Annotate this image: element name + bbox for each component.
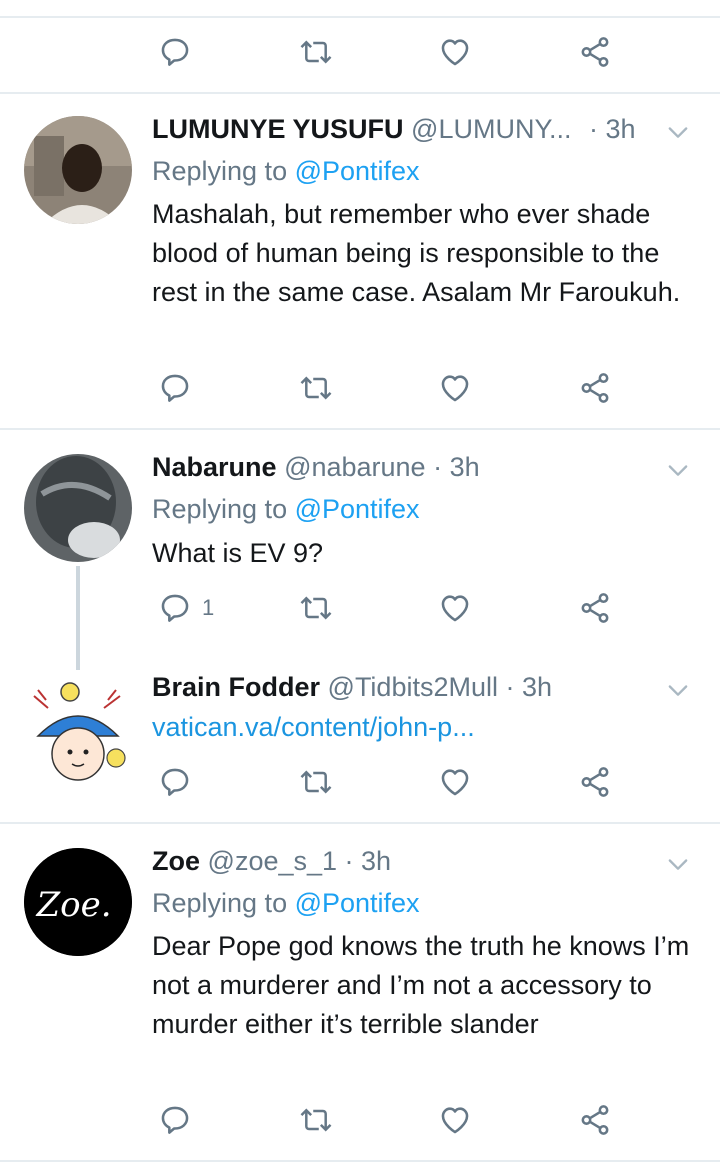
share-button[interactable] [578, 368, 612, 408]
avatar[interactable] [24, 116, 132, 224]
reply-button[interactable] [158, 1100, 192, 1140]
heart-icon [438, 35, 472, 69]
like-button[interactable] [438, 32, 472, 72]
avatar[interactable]: Zoe. [24, 848, 132, 956]
reply-button[interactable]: 1 [158, 588, 214, 628]
retweet-button[interactable] [298, 762, 334, 802]
tweet-text: Dear Pope god knows the truth he knows I… [152, 931, 690, 1039]
more-options-button[interactable] [664, 118, 692, 151]
avatar-monogram: Zoe. [35, 885, 111, 925]
share-button[interactable] [578, 762, 612, 802]
divider [0, 428, 720, 430]
chevron-down-icon [664, 127, 692, 150]
reply-button[interactable] [158, 32, 192, 72]
divider [0, 822, 720, 824]
avatar[interactable] [24, 454, 132, 562]
timestamp[interactable]: · 3h [589, 114, 636, 144]
retweet-button[interactable] [298, 588, 334, 628]
display-name[interactable]: Nabarune [152, 452, 277, 482]
reply-button[interactable] [158, 762, 192, 802]
share-button[interactable] [578, 1100, 612, 1140]
retweet-icon [298, 1103, 334, 1137]
reply-icon [158, 765, 192, 799]
more-options-button[interactable] [664, 676, 692, 709]
timestamp[interactable]: · 3h [506, 672, 553, 702]
tweet-actions [0, 1100, 720, 1140]
retweet-icon [298, 591, 334, 625]
mention-link[interactable]: @Pontifex [295, 156, 420, 186]
share-icon [578, 765, 612, 799]
mention-link[interactable]: @Pontifex [295, 888, 420, 918]
like-button[interactable] [438, 368, 472, 408]
chevron-down-icon [664, 465, 692, 488]
tweet-actions: 1 [0, 588, 720, 628]
heart-icon [438, 371, 472, 405]
user-handle[interactable]: @LUMUNY... [411, 114, 571, 144]
retweet-button[interactable] [298, 368, 334, 408]
reply-icon [158, 591, 192, 625]
display-name[interactable]: Brain Fodder [152, 672, 320, 702]
timestamp[interactable]: · 3h [433, 452, 480, 482]
share-button[interactable] [578, 32, 612, 72]
reply-icon [158, 1103, 192, 1137]
divider [0, 92, 720, 94]
tweet-text: Mashalah, but remember who ever shade bl… [152, 199, 681, 307]
retweet-icon [298, 35, 334, 69]
more-options-button[interactable] [664, 456, 692, 489]
replying-to: Replying to @Pontifex [152, 886, 420, 920]
divider [0, 1160, 720, 1162]
user-handle[interactable]: @zoe_s_1 [208, 846, 338, 876]
retweet-button[interactable] [298, 32, 334, 72]
tweet-actions [0, 32, 720, 72]
tweet-header: Brain Fodder @Tidbits2Mull · 3h [152, 670, 552, 704]
tweet-header: LUMUNYE YUSUFU @LUMUNY... · 3h [152, 112, 636, 146]
like-button[interactable] [438, 1100, 472, 1140]
reply-button[interactable] [158, 368, 192, 408]
heart-icon [438, 1103, 472, 1137]
reply-count: 1 [202, 595, 215, 620]
replying-to: Replying to @Pontifex [152, 492, 420, 526]
share-icon [578, 591, 612, 625]
chevron-down-icon [664, 685, 692, 708]
tweet-header: Zoe @zoe_s_1 · 3h [152, 844, 391, 878]
reply-icon [158, 371, 192, 405]
retweet-button[interactable] [298, 1100, 334, 1140]
share-button[interactable] [578, 588, 612, 628]
share-icon [578, 1103, 612, 1137]
chevron-down-icon [664, 859, 692, 882]
tweet-text: What is EV 9? [152, 538, 324, 568]
replying-label: Replying to [152, 494, 295, 524]
mention-link[interactable]: @Pontifex [295, 494, 420, 524]
more-options-button[interactable] [664, 850, 692, 883]
tweet-actions [0, 762, 720, 802]
retweet-icon [298, 371, 334, 405]
user-handle[interactable]: @nabarune [284, 452, 426, 482]
timestamp[interactable]: · 3h [345, 846, 392, 876]
display-name[interactable]: LUMUNYE YUSUFU [152, 114, 404, 144]
display-name[interactable]: Zoe [152, 846, 200, 876]
replying-label: Replying to [152, 156, 295, 186]
tweet-link[interactable]: vatican.va/content/john-p... [152, 710, 475, 744]
reply-icon [158, 35, 192, 69]
retweet-icon [298, 765, 334, 799]
share-icon [578, 371, 612, 405]
tweet-actions [0, 368, 720, 408]
share-icon [578, 35, 612, 69]
like-button[interactable] [438, 762, 472, 802]
heart-icon [438, 765, 472, 799]
divider [0, 16, 720, 18]
replying-to: Replying to @Pontifex [152, 154, 420, 188]
tweet-header: Nabarune @nabarune · 3h [152, 450, 480, 484]
user-handle[interactable]: @Tidbits2Mull [328, 672, 498, 702]
like-button[interactable] [438, 588, 472, 628]
replying-label: Replying to [152, 888, 295, 918]
heart-icon [438, 591, 472, 625]
